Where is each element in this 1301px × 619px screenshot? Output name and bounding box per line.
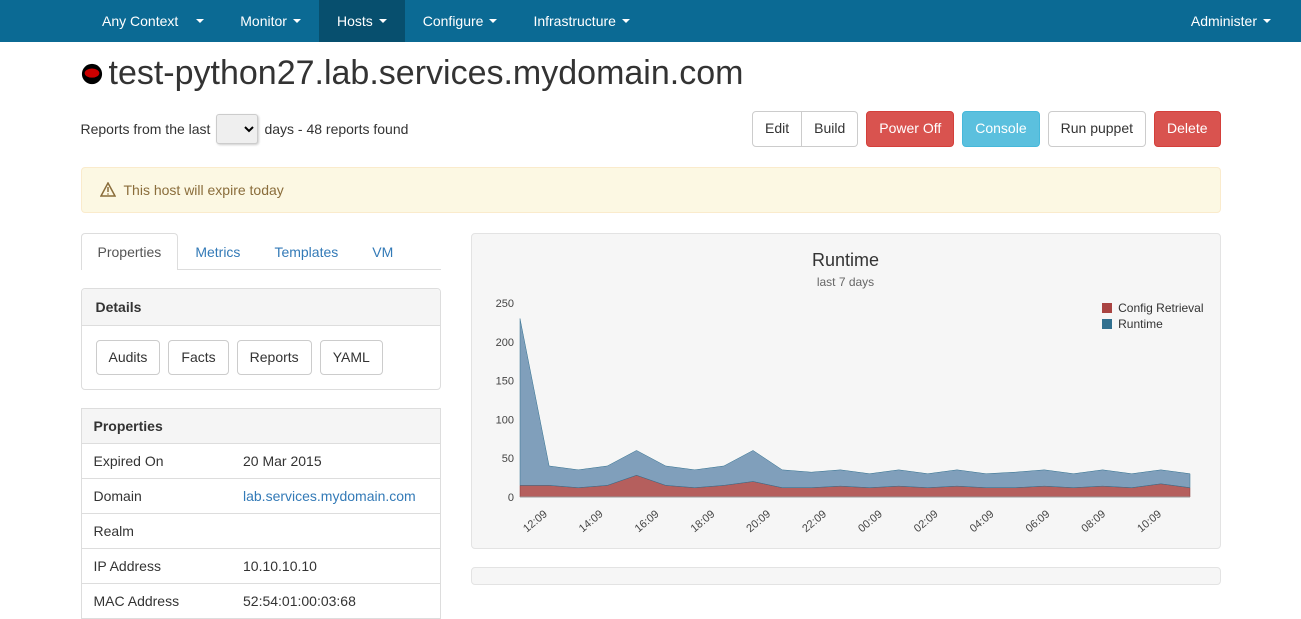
top-nav: Any Context Monitor Hosts Configure Infr… xyxy=(0,0,1301,42)
property-link[interactable]: lab.services.mydomain.com xyxy=(243,488,416,504)
svg-text:04:09: 04:09 xyxy=(967,508,996,535)
nav-item-label: Infrastructure xyxy=(533,13,615,29)
chart-subtitle: last 7 days xyxy=(480,275,1212,289)
chevron-down-icon xyxy=(379,19,387,23)
reports-filter: Reports from the last days - 48 reports … xyxy=(81,114,752,144)
runtime-chart: 0 50 100 150 200 250 12:09 14:09 16:09 18:09 20:09… xyxy=(480,297,1200,537)
tab-metrics[interactable]: Metrics xyxy=(178,233,257,270)
legend-runtime: Runtime xyxy=(1102,317,1203,331)
table-row: MAC Address52:54:01:00:03:68 xyxy=(81,584,440,619)
table-row: Realm xyxy=(81,514,440,549)
run-puppet-button[interactable]: Run puppet xyxy=(1048,111,1146,147)
nav-item-label: Configure xyxy=(423,13,484,29)
action-buttons: Edit Build Power Off Console Run puppet … xyxy=(752,111,1221,147)
table-row: IP Address10.10.10.10 xyxy=(81,549,440,584)
chevron-down-icon xyxy=(293,19,301,23)
tab-vm[interactable]: VM xyxy=(355,233,410,270)
svg-text:0: 0 xyxy=(507,492,513,504)
svg-text:50: 50 xyxy=(501,453,513,465)
property-label: Domain xyxy=(81,479,231,514)
properties-table: Properties Expired On20 Mar 2015Domain la… xyxy=(81,408,441,619)
svg-text:16:09: 16:09 xyxy=(632,508,661,535)
details-panel: Details Audits Facts Reports YAML xyxy=(81,288,441,391)
alert-text: This host will expire today xyxy=(124,182,284,198)
runtime-chart-panel: Runtime last 7 days 0 50 100 150 200 250 12:09… xyxy=(471,233,1221,549)
property-value: 10.10.10.10 xyxy=(231,549,440,584)
expiry-alert: This host will expire today xyxy=(81,167,1221,213)
svg-text:12:09: 12:09 xyxy=(521,508,550,535)
next-chart-panel xyxy=(471,567,1221,585)
nav-configure[interactable]: Configure xyxy=(405,0,516,42)
nav-item-label: Hosts xyxy=(337,13,373,29)
legend-label: Config Retrieval xyxy=(1118,301,1203,315)
svg-text:200: 200 xyxy=(495,336,513,348)
property-value: 20 Mar 2015 xyxy=(231,444,440,479)
legend-swatch xyxy=(1102,319,1112,329)
legend-swatch xyxy=(1102,303,1112,313)
legend-label: Runtime xyxy=(1118,317,1163,331)
svg-text:06:09: 06:09 xyxy=(1023,508,1052,535)
context-switcher[interactable]: Any Context xyxy=(84,0,222,42)
svg-text:150: 150 xyxy=(495,375,513,387)
svg-text:22:09: 22:09 xyxy=(800,508,829,535)
chart-legend: Config Retrieval Runtime xyxy=(1102,301,1203,333)
property-value[interactable]: lab.services.mydomain.com xyxy=(231,479,440,514)
detail-tabs: Properties Metrics Templates VM xyxy=(81,233,441,270)
table-row: Expired On20 Mar 2015 xyxy=(81,444,440,479)
power-off-button[interactable]: Power Off xyxy=(866,111,954,147)
legend-config-retrieval: Config Retrieval xyxy=(1102,301,1203,315)
property-value xyxy=(231,514,440,549)
nav-administer[interactable]: Administer xyxy=(1173,0,1301,42)
svg-text:20:09: 20:09 xyxy=(744,508,773,535)
chevron-down-icon xyxy=(622,19,630,23)
properties-heading: Properties xyxy=(81,409,231,444)
property-label: Expired On xyxy=(81,444,231,479)
chevron-down-icon xyxy=(1263,19,1271,23)
delete-button[interactable]: Delete xyxy=(1154,111,1220,147)
nav-hosts[interactable]: Hosts xyxy=(319,0,405,42)
tab-properties[interactable]: Properties xyxy=(81,233,179,270)
property-label: IP Address xyxy=(81,549,231,584)
edit-button[interactable]: Edit xyxy=(752,111,802,147)
toolbar: Reports from the last days - 48 reports … xyxy=(81,111,1221,147)
chart-title: Runtime xyxy=(480,250,1212,271)
warning-icon xyxy=(100,182,116,198)
reports-prefix: Reports from the last xyxy=(81,121,211,137)
yaml-button[interactable]: YAML xyxy=(320,340,383,376)
svg-text:08:09: 08:09 xyxy=(1079,508,1108,535)
page-header: test-python27.lab.services.mydomain.com xyxy=(81,54,1221,93)
chevron-down-icon xyxy=(196,19,204,23)
reports-suffix: days - 48 reports found xyxy=(264,121,408,137)
svg-text:100: 100 xyxy=(495,414,513,426)
console-button[interactable]: Console xyxy=(962,111,1039,147)
table-row: Domain lab.services.mydomain.com xyxy=(81,479,440,514)
nav-item-label: Administer xyxy=(1191,13,1257,29)
days-select[interactable] xyxy=(216,114,258,144)
nav-infrastructure[interactable]: Infrastructure xyxy=(515,0,647,42)
audits-button[interactable]: Audits xyxy=(96,340,161,376)
facts-button[interactable]: Facts xyxy=(168,340,228,376)
svg-text:18:09: 18:09 xyxy=(688,508,717,535)
nav-monitor[interactable]: Monitor xyxy=(222,0,319,42)
reports-button[interactable]: Reports xyxy=(237,340,312,376)
svg-text:10:09: 10:09 xyxy=(1135,508,1164,535)
chevron-down-icon xyxy=(489,19,497,23)
context-label: Any Context xyxy=(102,13,178,29)
svg-text:14:09: 14:09 xyxy=(576,508,605,535)
property-label: Realm xyxy=(81,514,231,549)
property-label: MAC Address xyxy=(81,584,231,619)
svg-text:02:09: 02:09 xyxy=(911,508,940,535)
build-button[interactable]: Build xyxy=(802,111,858,147)
property-value: 52:54:01:00:03:68 xyxy=(231,584,440,619)
page-title: test-python27.lab.services.mydomain.com xyxy=(109,54,744,93)
details-heading: Details xyxy=(82,289,440,326)
nav-item-label: Monitor xyxy=(240,13,287,29)
redhat-icon xyxy=(81,63,103,85)
svg-text:00:09: 00:09 xyxy=(856,508,885,535)
tab-templates[interactable]: Templates xyxy=(257,233,355,270)
svg-text:250: 250 xyxy=(495,298,513,310)
chart-area: 0 50 100 150 200 250 12:09 14:09 16:09 18:09 20:09… xyxy=(480,297,1212,540)
